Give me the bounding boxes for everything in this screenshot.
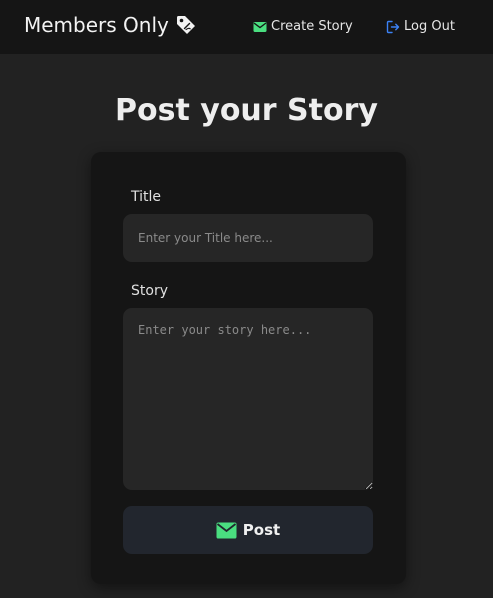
post-story-form: Title Story Post (91, 152, 406, 584)
story-label: Story (131, 283, 168, 299)
brand-name: Members Only (24, 13, 169, 37)
page-title: Post your Story (115, 93, 378, 128)
nav-logout-link[interactable]: Log Out (386, 19, 455, 34)
nav-logout-label: Log Out (404, 19, 455, 34)
navbar: Members Only Create Story Log Out (0, 0, 493, 54)
logout-icon (386, 20, 400, 34)
post-button[interactable]: Post (123, 506, 373, 554)
envelope-icon (216, 522, 237, 539)
nav-create-story-label: Create Story (271, 19, 353, 34)
brand[interactable]: Members Only (24, 13, 197, 37)
title-input[interactable] (123, 214, 373, 262)
story-textarea[interactable] (123, 308, 373, 490)
tag-icon (175, 14, 197, 36)
post-button-label: Post (242, 521, 281, 539)
envelope-icon (253, 20, 267, 34)
title-label: Title (131, 189, 162, 205)
nav-create-story-link[interactable]: Create Story (253, 19, 353, 34)
